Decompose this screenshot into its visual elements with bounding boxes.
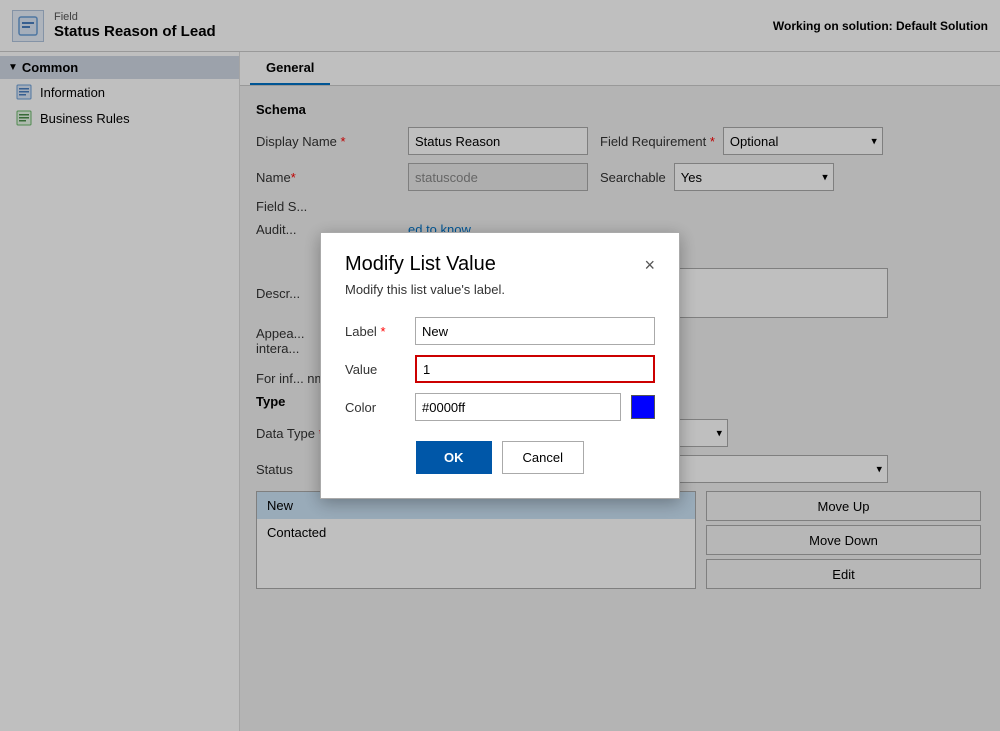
modal-value-row: Value [345,355,655,383]
modal-header: Modify List Value × [345,253,655,276]
modal-dialog: Modify List Value × Modify this list val… [320,232,680,499]
modal-label-field-label: Label * [345,324,405,339]
ok-button[interactable]: OK [416,441,492,474]
cancel-button[interactable]: Cancel [502,441,584,474]
modal-title: Modify List Value [345,253,496,276]
modal-subtitle: Modify this list value's label. [345,282,655,297]
modal-buttons: OK Cancel [345,441,655,474]
modal-color-field-label: Color [345,400,405,415]
modal-value-field-label: Value [345,362,405,377]
modal-value-input[interactable] [415,355,655,383]
modal-overlay: Modify List Value × Modify this list val… [0,0,1000,731]
modal-close-button[interactable]: × [644,256,655,274]
modal-label-row: Label * [345,317,655,345]
modal-color-row: Color [345,393,655,421]
color-preview-box[interactable] [631,395,655,419]
modal-color-input[interactable] [415,393,621,421]
modal-label-input[interactable] [415,317,655,345]
